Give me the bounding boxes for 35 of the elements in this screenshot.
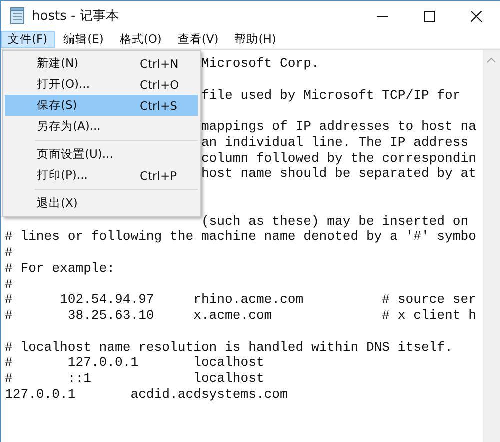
menu-item[interactable]: 编辑(E) [56,31,111,48]
menu-option[interactable]: 保存(S) Ctrl+S [5,95,198,116]
scroll-up-icon[interactable] [487,58,496,63]
text-line: 127.0.0.1 acdid.acdsystems.com [5,386,288,402]
text-line: # [5,276,13,292]
text-line: file used by Microsoft TCP/IP for [201,88,461,102]
text-line: # ::1 localhost [5,371,264,386]
text-line: host name should be separated by at [201,166,476,182]
text-line: mappings of IP addresses to host na [201,119,476,134]
text-line: # For example: [5,260,116,276]
maximize-icon [424,10,435,22]
menu-option[interactable]: 打开(O)... Ctrl+O [5,74,198,95]
text-line: # 102.54.94.97 rhino.acme.com # source ser [5,292,476,308]
text-line: # [5,245,13,260]
menu-item[interactable]: 文件(F) [1,31,55,48]
menu-option[interactable]: 退出(X) [5,193,198,214]
text-line: an individual line. The IP address [201,134,469,150]
text-line: (such as these) may be inserted on [201,214,469,228]
menu-item[interactable]: 帮助(H) [228,31,284,48]
text-line: column followed by the correspondin [201,150,476,166]
text-line: Microsoft Corp. [201,56,320,71]
text-line: # lines or following the machine name denoted by a '#' symbo [5,229,476,244]
text-line: # localhost name resolution is handled within DNS itself. [5,340,453,354]
menu-item[interactable]: 查看(V) [170,31,226,48]
menu-option[interactable]: 另存为(A)... [5,116,198,137]
menu-option[interactable]: 页面设置(U)... [5,144,198,165]
menu-item[interactable]: 格式(O) [112,31,169,48]
close-icon [471,10,482,22]
text-line: # 38.25.63.10 x.acme.com # x client h [5,308,476,323]
window-title: hosts - 记事本 [32,8,119,25]
menu-option[interactable]: 打印(P)... Ctrl+P [5,165,198,186]
notepad-icon [10,7,26,25]
text-line: # 127.0.0.1 localhost [5,355,264,370]
scrollbar[interactable] [483,50,500,442]
menu-option[interactable]: 新建(N) Ctrl+N [5,53,198,74]
